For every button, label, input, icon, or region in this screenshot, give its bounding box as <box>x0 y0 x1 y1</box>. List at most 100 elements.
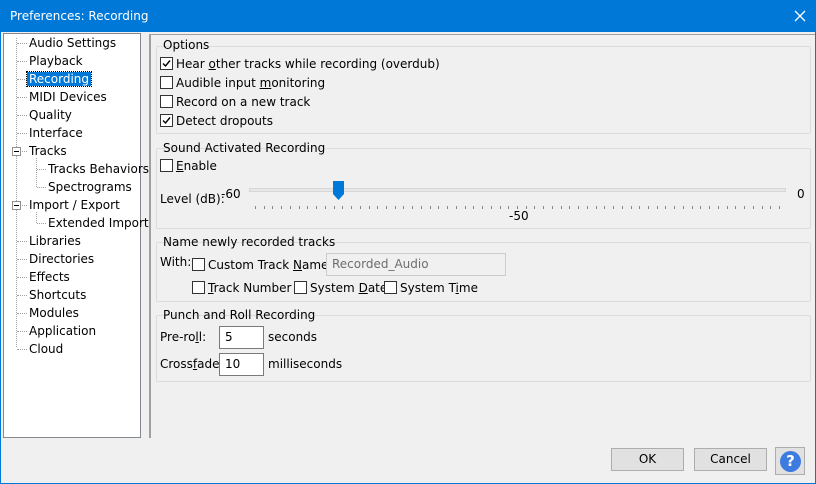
tree-item-audio-settings[interactable]: Audio Settings <box>27 35 118 51</box>
level-slider-track[interactable] <box>249 188 786 192</box>
tree-line <box>17 331 27 332</box>
tree-item-effects[interactable]: Effects <box>27 269 72 285</box>
slider-tick <box>482 206 484 209</box>
slider-tick <box>394 206 396 209</box>
tree-item-cloud[interactable]: Cloud <box>27 341 65 357</box>
tree-item-libraries[interactable]: Libraries <box>27 233 83 249</box>
slider-tick <box>726 206 728 209</box>
slider-tick <box>307 206 309 209</box>
tree-line <box>17 97 27 98</box>
slider-tick <box>281 206 283 209</box>
track-number-checkbox-box[interactable] <box>192 281 205 294</box>
slider-tick <box>709 206 711 209</box>
tree-line <box>36 212 37 223</box>
slider-tick <box>700 206 702 209</box>
tree-item-quality[interactable]: Quality <box>27 107 74 123</box>
track-number-checkbox[interactable]: Track Number <box>192 281 291 297</box>
tree-line <box>17 241 27 242</box>
input-monitoring-checkbox-box[interactable] <box>160 76 173 89</box>
slider-tick <box>744 206 746 209</box>
checkmark-icon <box>162 60 171 68</box>
slider-tick <box>359 206 361 209</box>
tree-item-import-export[interactable]: Import / Export <box>27 197 122 213</box>
category-tree[interactable]: Audio Settings Playback Recording MIDI D… <box>3 33 149 438</box>
slider-tick <box>595 206 597 209</box>
level-slider-thumb[interactable] <box>333 181 345 200</box>
tree-line <box>36 158 37 187</box>
slider-tick <box>499 206 501 209</box>
slider-tick <box>674 206 676 209</box>
slider-tick <box>534 206 536 209</box>
system-date-checkbox-box[interactable] <box>294 281 307 294</box>
slider-tick <box>543 206 545 209</box>
level-label: Level (dB): <box>160 192 225 206</box>
tree-item-modules[interactable]: Modules <box>27 305 81 321</box>
detect-dropouts-checkbox[interactable]: Detect dropouts <box>160 114 273 130</box>
slider-tick <box>438 206 440 209</box>
collapse-tracks-icon[interactable] <box>12 147 21 156</box>
detect-dropouts-checkbox-box[interactable] <box>160 114 173 127</box>
recording-settings-panel: Options Hear other tracks while recordin… <box>149 34 815 438</box>
slider-tick <box>779 206 780 209</box>
checkmark-icon <box>162 117 171 125</box>
slider-tick <box>639 206 641 209</box>
slider-tick <box>420 206 422 209</box>
tree-item-recording[interactable]: Recording <box>25 71 93 87</box>
tree-item-application[interactable]: Application <box>27 323 98 339</box>
slider-tick <box>298 206 300 209</box>
slider-tick <box>342 206 344 209</box>
custom-track-name-checkbox[interactable]: Custom Track Name <box>192 258 328 274</box>
tree-item-midi-devices[interactable]: MIDI Devices <box>27 89 109 105</box>
preferences-window: Preferences: Recording Audio Settings Pl… <box>0 0 816 484</box>
system-time-checkbox-box[interactable] <box>384 281 397 294</box>
tree-item-tracks-behaviors[interactable]: Tracks Behaviors <box>46 161 151 177</box>
preroll-unit: seconds <box>268 330 318 344</box>
ok-button[interactable]: OK <box>611 448 684 471</box>
tree-item-interface[interactable]: Interface <box>27 125 85 141</box>
preroll-label: Pre-roll: <box>160 330 207 344</box>
tree-item-spectrograms[interactable]: Spectrograms <box>46 179 134 195</box>
system-date-checkbox[interactable]: System Date <box>294 281 387 297</box>
tree-item-extended-import[interactable]: Extended Import <box>46 215 151 231</box>
window-title: Preferences: Recording <box>10 9 149 23</box>
custom-track-name-input[interactable]: Recorded_Audio <box>326 253 506 276</box>
level-min-label: -60 <box>221 187 241 201</box>
enable-sound-activated-checkbox-box[interactable] <box>160 159 173 172</box>
slider-tick <box>455 206 457 209</box>
close-button[interactable] <box>785 1 815 32</box>
tree-line <box>17 295 27 296</box>
overdub-checkbox[interactable]: Hear other tracks while recording (overd… <box>160 57 440 73</box>
record-new-track-checkbox[interactable]: Record on a new track <box>160 95 310 111</box>
punch-roll-group-title: Punch and Roll Recording <box>163 308 316 322</box>
help-button[interactable]: ? <box>775 447 805 475</box>
slider-tick <box>429 206 431 209</box>
crossfade-input[interactable]: 10 <box>219 353 264 376</box>
slider-tick <box>351 206 353 209</box>
preroll-input[interactable]: 5 <box>219 326 264 349</box>
tree-line <box>17 61 27 62</box>
tree-item-tracks[interactable]: Tracks <box>27 143 69 159</box>
input-monitoring-checkbox[interactable]: Audible input monitoring <box>160 76 325 92</box>
slider-tick <box>621 206 623 209</box>
tree-item-directories[interactable]: Directories <box>27 251 96 267</box>
with-label: With: <box>160 255 192 269</box>
custom-track-name-checkbox-box[interactable] <box>192 258 205 271</box>
collapse-import-export-icon[interactable] <box>12 201 21 210</box>
crossfade-label: Crossfade: <box>160 357 224 371</box>
overdub-checkbox-box[interactable] <box>160 57 173 70</box>
enable-sound-activated-checkbox[interactable]: Enable <box>160 159 217 175</box>
slider-tick <box>604 206 606 209</box>
slider-tick <box>613 206 615 209</box>
slider-tick <box>691 206 693 209</box>
record-new-track-checkbox-box[interactable] <box>160 95 173 108</box>
title-bar[interactable]: Preferences: Recording <box>1 1 815 32</box>
cancel-button[interactable]: Cancel <box>694 448 767 471</box>
tree-item-shortcuts[interactable]: Shortcuts <box>27 287 88 303</box>
slider-tick <box>648 206 649 209</box>
slider-tick <box>272 206 274 209</box>
slider-thumb-icon <box>333 181 345 200</box>
track-naming-group-title: Name newly recorded tracks <box>163 235 336 249</box>
tree-item-playback[interactable]: Playback <box>27 53 85 69</box>
system-time-checkbox[interactable]: System Time <box>384 281 478 297</box>
slider-tick <box>324 206 326 209</box>
